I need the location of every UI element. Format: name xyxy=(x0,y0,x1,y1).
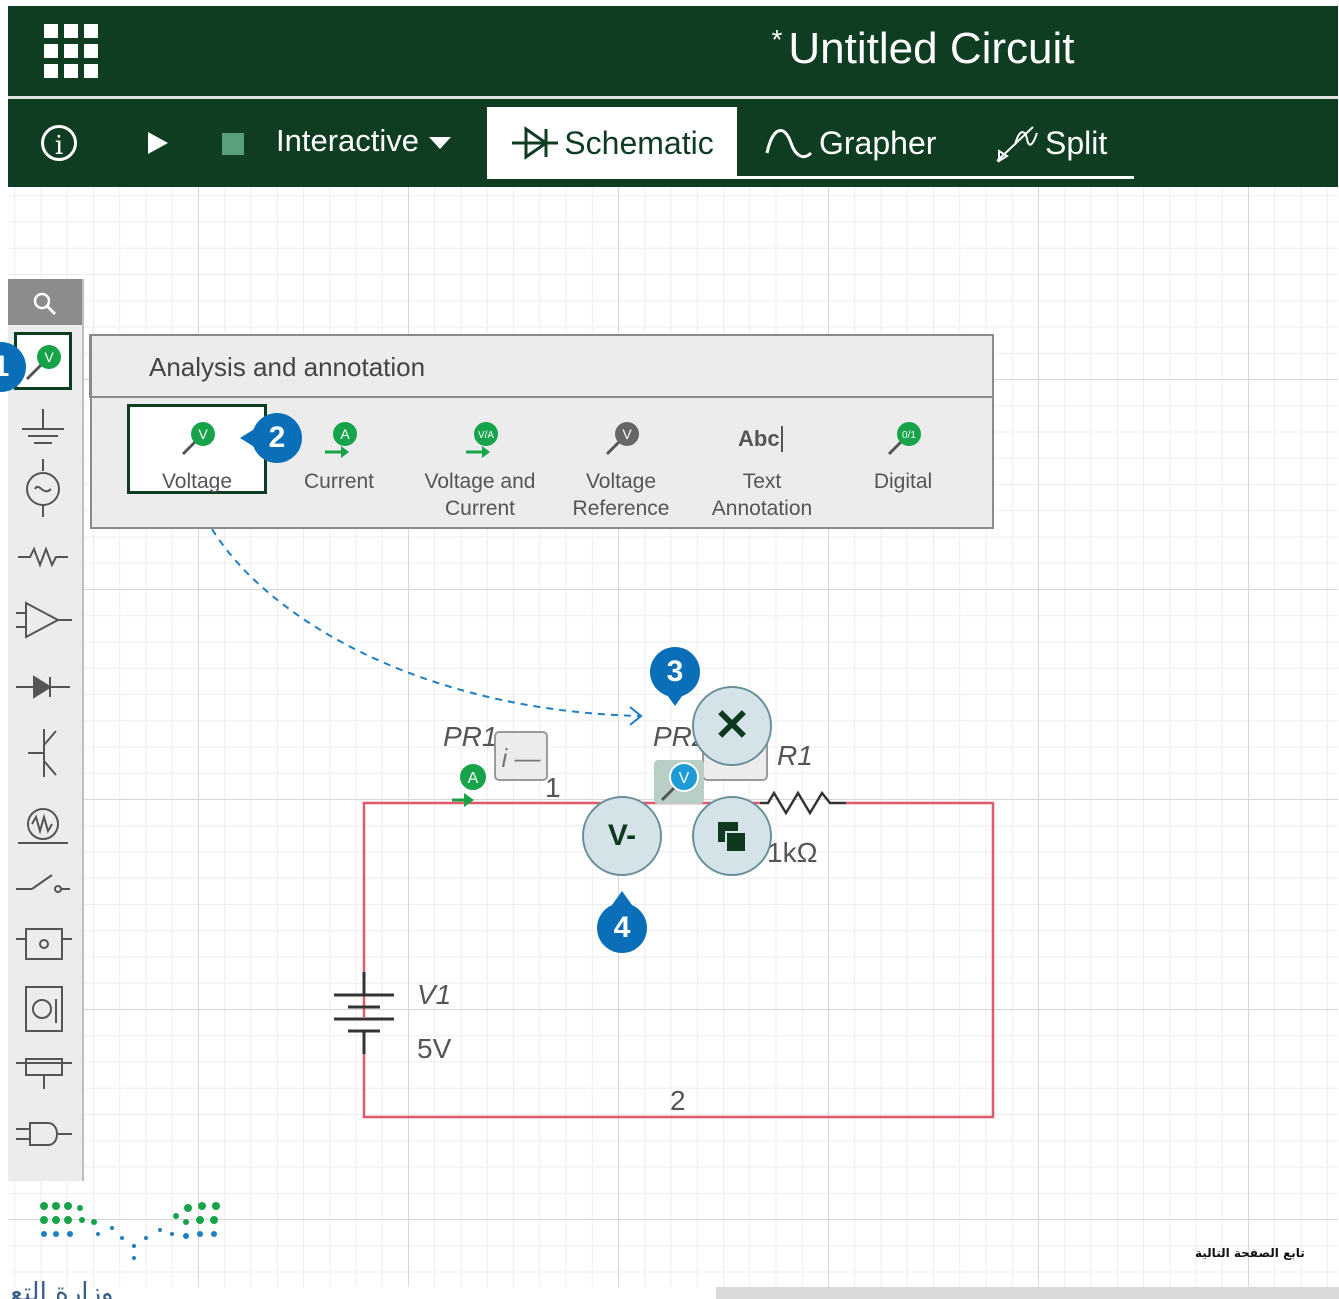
option-digital[interactable]: 0/1 Digital xyxy=(833,402,973,502)
voltage-probe-marker[interactable]: V xyxy=(656,758,702,804)
copy-icon xyxy=(718,822,747,853)
probe1-glyph: A xyxy=(468,770,479,787)
switch-icon xyxy=(16,874,70,893)
resistor-icon xyxy=(18,546,68,568)
current-probe-marker[interactable]: A xyxy=(446,760,492,812)
option-voltage-glyph: V xyxy=(198,426,208,442)
resistor-value: 1kΩ xyxy=(767,837,818,868)
badge-2-pointer xyxy=(240,428,256,448)
option-voltage-current-glyph: V/A xyxy=(478,430,494,441)
option-voltage[interactable]: V Voltage xyxy=(127,402,267,502)
analysis-annotation-popup: Analysis and annotation V Voltage A Curr… xyxy=(90,334,994,529)
option-voltage-reference-label: Voltage Reference xyxy=(572,470,670,520)
probe1-label: PR1 xyxy=(443,721,498,752)
opamp-icon xyxy=(16,601,72,639)
badge-3-pointer xyxy=(665,692,685,706)
probe2-glyph: V xyxy=(679,770,690,787)
option-voltage-label: Voltage xyxy=(161,470,233,493)
duplicate-button[interactable] xyxy=(692,796,772,876)
component-palette: V xyxy=(8,279,84,1181)
popup-header: Analysis and annotation xyxy=(92,336,992,398)
node-1-label: 1 xyxy=(545,772,561,803)
source-value: 5V xyxy=(417,1033,452,1064)
logic-gate-icon xyxy=(16,1122,72,1146)
next-page-note: تابع الصفحة التالية xyxy=(1195,1246,1305,1260)
current-probe-icon: A xyxy=(325,422,357,458)
step-badge-2: 2 xyxy=(252,413,302,463)
ministry-logo xyxy=(40,1202,220,1260)
text-annotation-icon: Abc xyxy=(738,426,783,452)
source-name: V1 xyxy=(417,979,452,1010)
palette-icons xyxy=(16,409,72,1146)
ac-source-icon xyxy=(26,459,60,517)
option-text-annotation[interactable]: Abc Text Annotation xyxy=(692,402,832,520)
option-voltage-reference-glyph: V xyxy=(622,426,632,442)
lamp-icon xyxy=(18,808,68,844)
option-digital-label: Digital xyxy=(873,470,933,493)
badge-4-pointer xyxy=(612,891,632,905)
delete-button[interactable]: ✕ xyxy=(692,686,772,766)
diode-palette-icon xyxy=(16,675,70,699)
bottom-bar xyxy=(716,1287,1339,1299)
digital-probe-icon: 0/1 xyxy=(887,422,921,456)
option-voltage-current[interactable]: V/A Voltage and Current xyxy=(410,402,550,520)
ministry-text-fragment: وزارة التع xyxy=(10,1278,114,1299)
option-current-label: Current xyxy=(303,470,375,493)
step-badge-3: 3 xyxy=(650,647,700,697)
palette-search[interactable] xyxy=(8,279,82,325)
option-digital-glyph: 0/1 xyxy=(902,430,916,441)
search-icon xyxy=(33,292,57,316)
palette-probe-glyph: V xyxy=(44,349,54,365)
option-voltage-reference[interactable]: V Voltage Reference xyxy=(551,402,691,520)
resistor-symbol xyxy=(760,790,846,816)
toggle-probe-button[interactable]: V- xyxy=(582,796,662,876)
node-2-label: 2 xyxy=(670,1085,686,1116)
option-current-glyph: A xyxy=(340,426,350,442)
drag-path-arrow xyxy=(199,505,641,717)
popup-title: Analysis and annotation xyxy=(149,352,426,382)
transistor-icon xyxy=(28,729,57,777)
voltage-probe-icon: V xyxy=(181,422,215,456)
option-text-annotation-label: Text Annotation xyxy=(711,470,813,520)
circuit-wire xyxy=(362,801,995,1119)
connector-icon xyxy=(16,1058,72,1089)
option-text-annotation-glyph: Abc xyxy=(738,426,780,451)
voltage-current-probe-icon: V/A xyxy=(466,422,498,458)
sensor-icon xyxy=(25,986,63,1032)
relay-icon xyxy=(16,928,72,960)
step-badge-4: 4 xyxy=(597,903,647,953)
probe1-readout[interactable]: i — xyxy=(494,731,548,781)
option-voltage-current-label: Voltage and Current xyxy=(424,470,536,520)
voltage-reference-probe-icon: V xyxy=(605,422,639,456)
resistor-name: R1 xyxy=(777,740,813,771)
ground-icon xyxy=(22,409,64,444)
